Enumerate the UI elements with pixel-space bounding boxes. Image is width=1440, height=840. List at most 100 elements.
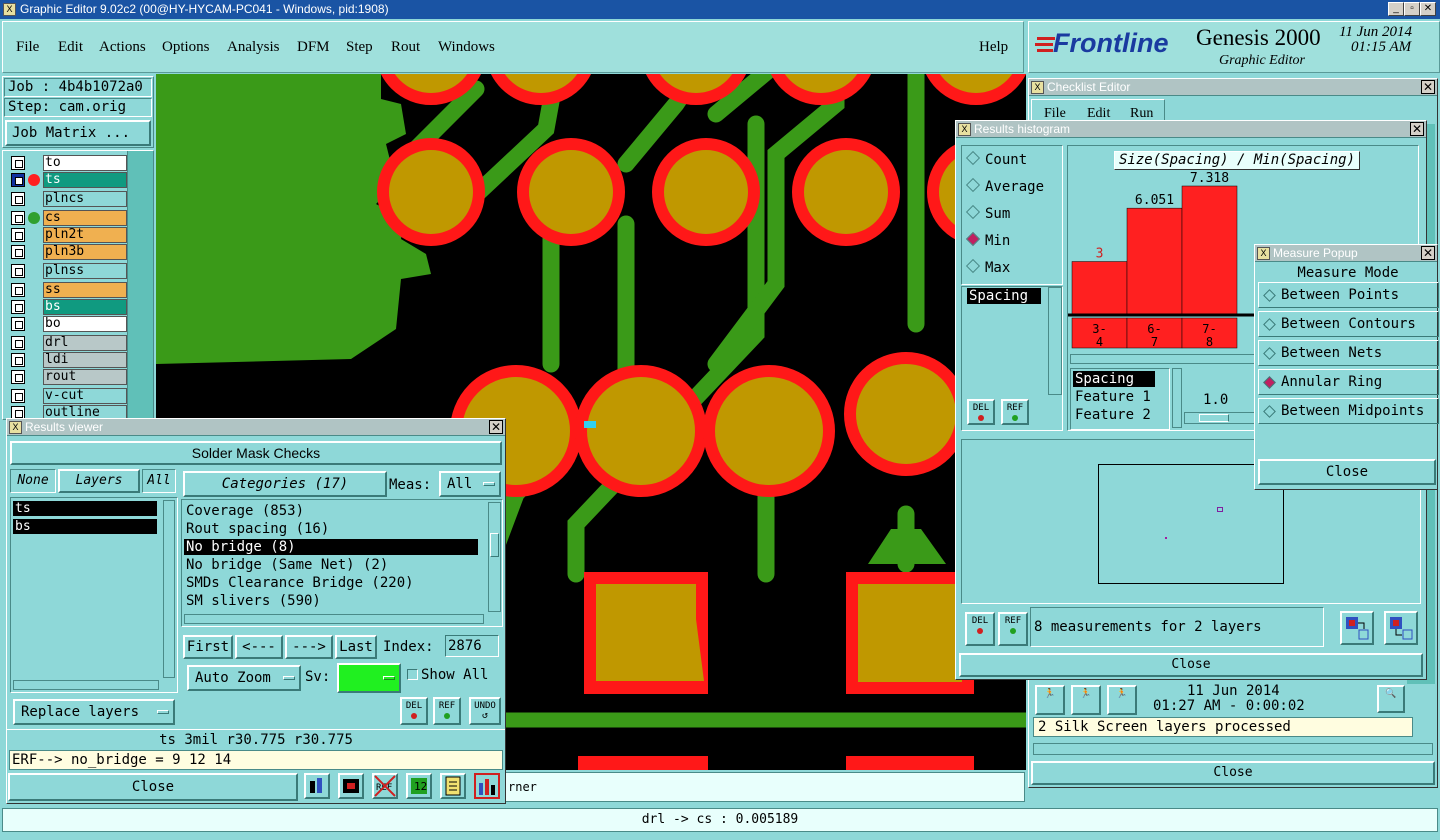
radio-count[interactable]: Count bbox=[965, 150, 1027, 168]
severity-color-dropdown[interactable] bbox=[337, 663, 401, 693]
menu-file[interactable]: File bbox=[16, 39, 39, 56]
auto-zoom-dropdown[interactable]: Auto Zoom bbox=[187, 665, 301, 691]
run-stop-icon[interactable]: 🏃 bbox=[1107, 685, 1137, 715]
maximize-button[interactable]: ▫ bbox=[1404, 2, 1420, 16]
field-spacing[interactable]: Spacing bbox=[1073, 371, 1155, 387]
menu-edit[interactable]: Edit bbox=[58, 39, 83, 56]
layer-checkbox[interactable] bbox=[11, 264, 25, 278]
category-item[interactable]: SM slivers (590) bbox=[184, 593, 478, 609]
result-layer-ts[interactable]: ts bbox=[13, 501, 157, 516]
results-ref-button[interactable]: REF bbox=[433, 697, 461, 725]
layer-checkbox[interactable] bbox=[11, 283, 25, 297]
meas-dropdown[interactable]: All bbox=[439, 471, 501, 497]
result-layer-scrollbar[interactable] bbox=[163, 500, 175, 678]
layer-row-ts[interactable]: ts bbox=[11, 172, 127, 188]
next-button[interactable]: ---> bbox=[285, 635, 333, 659]
measure-mode-between-nets[interactable]: Between Nets bbox=[1258, 340, 1439, 366]
layer-checkbox[interactable] bbox=[11, 211, 25, 225]
notes-icon[interactable] bbox=[440, 773, 466, 799]
layer-name[interactable]: bo bbox=[43, 316, 127, 332]
layer-name[interactable]: bs bbox=[43, 299, 127, 315]
field-scrollbar[interactable] bbox=[1172, 368, 1182, 428]
checklist-hscroll[interactable] bbox=[1033, 743, 1433, 755]
layer-row-ldi[interactable]: ldi bbox=[11, 352, 127, 368]
layer-row-plncs[interactable]: plncs bbox=[11, 191, 127, 207]
layers-tab[interactable]: Layers bbox=[58, 469, 140, 493]
layer-checkbox[interactable] bbox=[11, 192, 25, 206]
last-button[interactable]: Last bbox=[335, 635, 377, 659]
overview-del-button[interactable]: DEL bbox=[965, 612, 995, 646]
menu-analysis[interactable]: Analysis bbox=[227, 39, 280, 56]
histogram-close-button[interactable]: Close bbox=[959, 653, 1423, 677]
results-viewer-close-icon[interactable]: ✕ bbox=[489, 420, 503, 434]
layer-row-pln2t[interactable]: pln2t bbox=[11, 227, 127, 243]
radio-min[interactable]: Min bbox=[965, 231, 1010, 249]
layer-checkbox[interactable] bbox=[11, 228, 25, 242]
menu-actions[interactable]: Actions bbox=[99, 39, 146, 56]
layer-row-bo[interactable]: bo bbox=[11, 316, 127, 332]
value-slider[interactable] bbox=[1184, 412, 1264, 424]
category-item[interactable]: SMDs Clearance Bridge (220) bbox=[184, 575, 478, 591]
close-window-button[interactable]: ✕ bbox=[1420, 2, 1436, 16]
export-chart-icon[interactable] bbox=[1340, 611, 1374, 645]
layers-all-button[interactable]: All bbox=[142, 469, 176, 493]
layer-row-rout[interactable]: rout bbox=[11, 369, 127, 385]
layer-name[interactable]: v-cut bbox=[43, 388, 127, 404]
checklist-close-icon[interactable]: ✕ bbox=[1421, 80, 1435, 94]
snapshot-icon[interactable] bbox=[338, 773, 364, 799]
layer-name[interactable]: rout bbox=[43, 369, 127, 385]
menu-options[interactable]: Options bbox=[162, 39, 210, 56]
radio-average[interactable]: Average bbox=[965, 177, 1044, 195]
layer-name[interactable]: plncs bbox=[43, 191, 127, 207]
layer-checkbox[interactable] bbox=[11, 317, 25, 331]
measure-mode-annular-ring[interactable]: Annular Ring bbox=[1258, 369, 1439, 395]
layer-name[interactable]: plnss bbox=[43, 263, 127, 279]
show-all-checkbox[interactable] bbox=[407, 669, 418, 680]
field-feature-2[interactable]: Feature 2 bbox=[1075, 407, 1151, 423]
histogram-list-item[interactable]: Spacing bbox=[967, 288, 1041, 304]
layer-name[interactable]: cs bbox=[43, 210, 127, 226]
menu-dfm[interactable]: DFM bbox=[297, 39, 330, 56]
field-feature-1[interactable]: Feature 1 bbox=[1075, 389, 1151, 405]
replace-layers-dropdown[interactable]: Replace layers bbox=[13, 699, 175, 725]
layer-row-to[interactable]: to bbox=[11, 155, 127, 171]
layer-checkbox[interactable] bbox=[11, 370, 25, 384]
overview-ref-button[interactable]: REF bbox=[998, 612, 1028, 646]
import-chart-icon[interactable] bbox=[1384, 611, 1418, 645]
results-close-button[interactable]: Close bbox=[8, 773, 298, 801]
categories-tab[interactable]: Categories (17) bbox=[183, 471, 387, 497]
layer-name[interactable]: ss bbox=[43, 282, 127, 298]
layer-row-pln3b[interactable]: pln3b bbox=[11, 244, 127, 260]
category-scrollbar[interactable] bbox=[488, 502, 501, 612]
measure-mode-between-midpoints[interactable]: Between Midpoints bbox=[1258, 398, 1439, 424]
layers-none-button[interactable]: None bbox=[10, 469, 56, 493]
result-layer-bs[interactable]: bs bbox=[13, 519, 157, 534]
histogram-icon[interactable] bbox=[474, 773, 500, 799]
layer-name[interactable]: pln3b bbox=[43, 244, 127, 260]
minimize-button[interactable]: _ bbox=[1388, 2, 1404, 16]
category-item[interactable]: Coverage (853) bbox=[184, 503, 478, 519]
histogram-close-icon[interactable]: ✕ bbox=[1410, 122, 1424, 136]
numbering-icon[interactable]: 12 bbox=[406, 773, 432, 799]
layer-name[interactable]: pln2t bbox=[43, 227, 127, 243]
results-del-button[interactable]: DEL bbox=[400, 697, 428, 725]
results-undo-button[interactable]: UNDO ↺ bbox=[469, 697, 501, 725]
layer-checkbox[interactable] bbox=[11, 156, 25, 170]
result-layer-hscroll[interactable] bbox=[13, 680, 159, 690]
layer-row-plnss[interactable]: plnss bbox=[11, 263, 127, 279]
menu-step[interactable]: Step bbox=[346, 39, 373, 56]
category-item[interactable]: No bridge (Same Net) (2) bbox=[184, 557, 478, 573]
layer-name[interactable]: to bbox=[43, 155, 127, 171]
checklist-close-button[interactable]: Close bbox=[1031, 761, 1435, 785]
category-item[interactable]: No bridge (8) bbox=[184, 539, 478, 555]
menu-rout[interactable]: Rout bbox=[391, 39, 420, 56]
prev-button[interactable]: <--- bbox=[235, 635, 283, 659]
layer-row-drl[interactable]: drl bbox=[11, 335, 127, 351]
category-hscroll[interactable] bbox=[184, 614, 484, 624]
no-ref-icon[interactable]: REF bbox=[372, 773, 398, 799]
measure-close-button[interactable]: Close bbox=[1258, 459, 1436, 485]
job-matrix-button[interactable]: Job Matrix ... bbox=[5, 120, 151, 146]
layer-checkbox[interactable] bbox=[11, 173, 25, 187]
layer-checkbox[interactable] bbox=[11, 353, 25, 367]
radio-sum[interactable]: Sum bbox=[965, 204, 1010, 222]
